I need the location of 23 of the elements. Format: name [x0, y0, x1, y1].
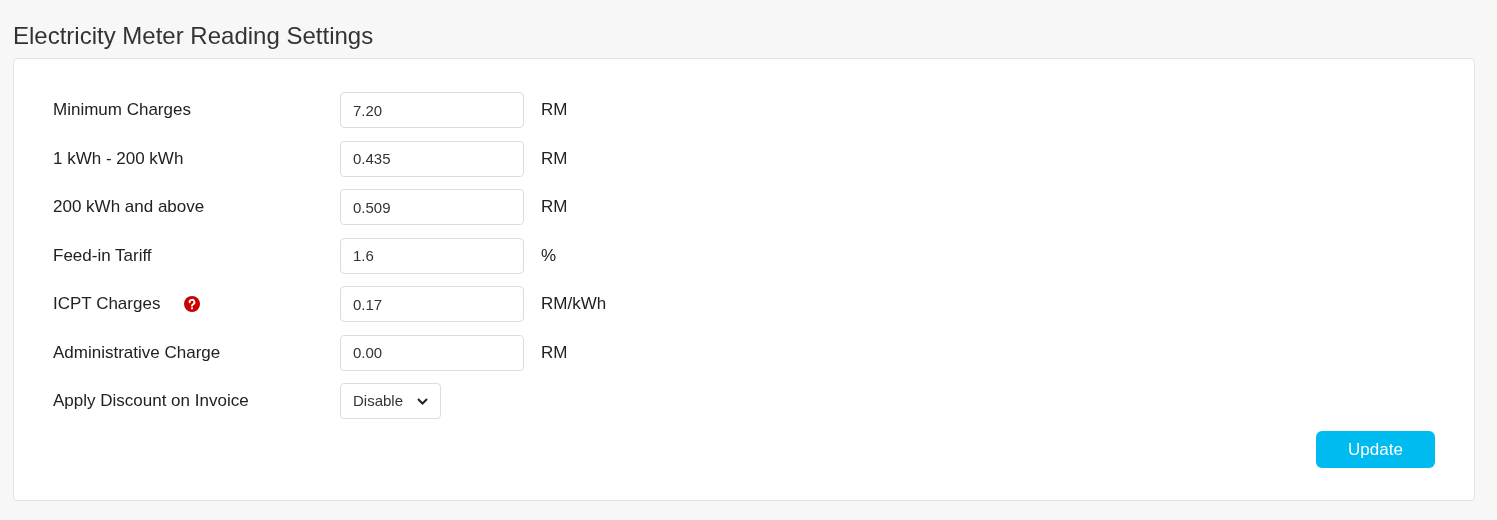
page-title: Electricity Meter Reading Settings [13, 21, 375, 51]
field-label: Feed-in Tariff [53, 244, 152, 267]
unit-label: RM [541, 341, 568, 364]
value-field[interactable]: 1.6 [340, 237, 524, 274]
chevron-down-icon [417, 397, 429, 405]
value-field[interactable]: 0.17 [340, 286, 524, 322]
value-field[interactable]: 0.435 [340, 140, 524, 177]
discount-select[interactable]: Disable [340, 383, 442, 419]
field-label: Administrative Charge [53, 341, 221, 364]
help-icon[interactable] [184, 296, 201, 312]
unit-label: RM [541, 99, 568, 122]
field-label: 1 kWh - 200 kWh [53, 147, 184, 170]
unit-label: RM/kWh [541, 293, 607, 316]
unit-label: % [541, 244, 557, 267]
field-label: 200 kWh and above [53, 196, 205, 219]
unit-label: RM [541, 147, 568, 170]
value-field[interactable]: 7.20 [340, 92, 524, 128]
field-label: Minimum Charges [53, 99, 191, 122]
field-label: Apply Discount on Invoice [53, 390, 249, 413]
unit-label: RM [541, 196, 568, 219]
field-label: ICPT Charges [53, 293, 161, 316]
value-field[interactable]: 0.00 [340, 334, 524, 371]
value-field[interactable]: 0.509 [340, 189, 524, 225]
